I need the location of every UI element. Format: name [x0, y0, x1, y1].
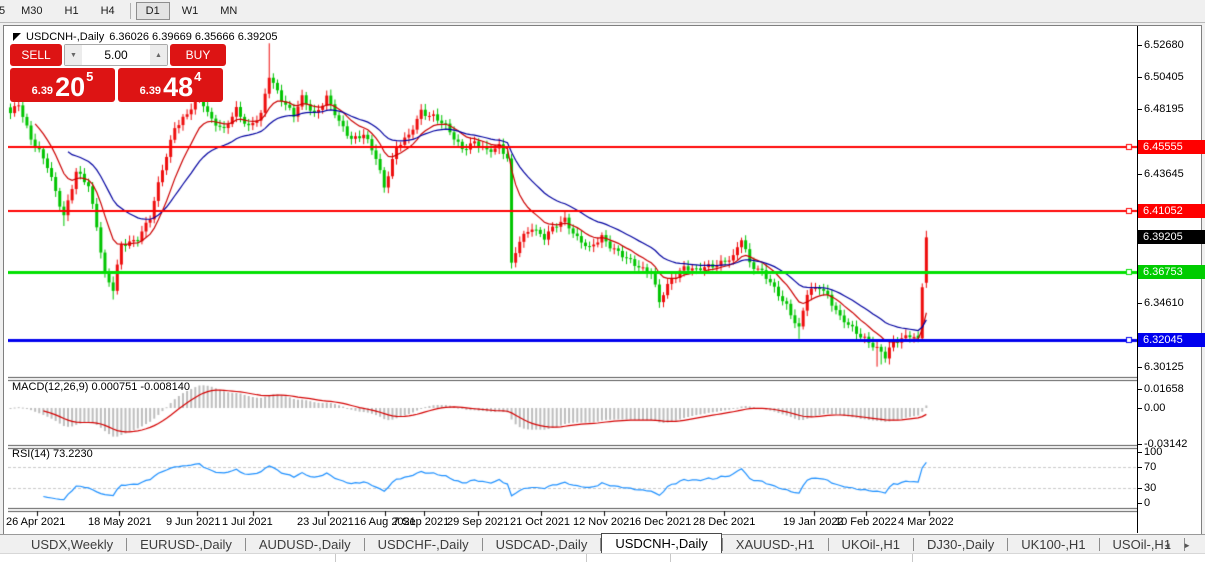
axis-tick-label: 70 — [1144, 461, 1157, 473]
date-axis-label: 4 Mar 2022 — [898, 516, 954, 528]
date-axis-label: 9 Jun 2021 — [166, 516, 221, 528]
macd-label: MACD(12,26,9) 0.000751 -0.008140 — [12, 381, 190, 393]
chart-tab-ukoilh1[interactable]: UKOil-,H1 — [829, 536, 914, 553]
chart-tab-usoilh1[interactable]: USOil-,H1 — [1100, 536, 1185, 553]
one-click-trading-panel: SELL ▼ 5.00 ▲ BUY 6.39 20 5 6.39 48 4 — [10, 44, 226, 102]
axis-tick-mark — [1137, 77, 1142, 78]
axis-tick-mark — [1137, 408, 1142, 409]
axis-tick-label: 6.48195 — [1144, 103, 1184, 115]
axis-tick-label: 6.43645 — [1144, 168, 1184, 180]
axis-tick-label: 0.00 — [1144, 402, 1166, 414]
sell-price-small: 6.39 — [31, 85, 54, 97]
price-level-badge: 6.32045 — [1138, 333, 1205, 347]
chart-tab-usdchfdaily[interactable]: USDCHF-,Daily — [365, 536, 482, 553]
axis-tick-label: 6.34610 — [1144, 297, 1184, 309]
axis-tick-label: 100 — [1144, 446, 1163, 458]
axis-tick-mark — [1137, 503, 1142, 504]
toolbar-separator — [129, 3, 131, 19]
buy-price-small: 6.39 — [139, 85, 162, 97]
price-level-badge: 6.36753 — [1138, 265, 1205, 279]
price-level-badge: 6.39205 — [1138, 230, 1205, 244]
chart-tab-usdxweekly[interactable]: USDX,Weekly — [18, 536, 126, 553]
axis-tick-mark — [1137, 367, 1142, 368]
date-axis-label: 12 Nov 2021 — [573, 516, 636, 528]
axis-tick-label: 6.52680 — [1144, 39, 1184, 51]
buy-price-big: 48 — [163, 72, 194, 102]
buy-button[interactable]: BUY — [170, 44, 226, 66]
price-axis-divider — [1137, 26, 1138, 533]
axis-tick-mark — [1137, 174, 1142, 175]
chart-tab-audusddaily[interactable]: AUDUSD-,Daily — [246, 536, 364, 553]
axis-tick-label: 6.50405 — [1144, 71, 1184, 83]
sell-button[interactable]: SELL — [10, 44, 62, 66]
axis-tick-mark — [1137, 467, 1142, 468]
date-axis-label: 26 Apr 2021 — [6, 516, 66, 528]
chart-tab-xauusdh1[interactable]: XAUUSD-,H1 — [723, 536, 828, 553]
date-axis-label: 29 Sep 2021 — [447, 516, 510, 528]
sell-price-box[interactable]: 6.39 20 5 — [10, 68, 115, 102]
chart-tab-uk100h1[interactable]: UK100-,H1 — [1008, 536, 1098, 553]
chart-marker-icon — [13, 33, 21, 41]
chart-tab-usdcnhdaily[interactable]: USDCNH-,Daily — [601, 532, 722, 554]
date-axis-label: 28 Dec 2021 — [693, 516, 756, 528]
volume-up-icon[interactable]: ▲ — [150, 45, 167, 65]
timeframe-button-mn[interactable]: MN — [210, 2, 247, 20]
timeframe-button-w1[interactable]: W1 — [172, 2, 209, 20]
price-level-badge: 6.41052 — [1138, 204, 1205, 218]
timeframe-button-5[interactable]: 5 — [0, 2, 9, 20]
chart-symbol: USDCNH-,Daily — [26, 31, 105, 43]
date-axis-label: 21 Oct 2021 — [510, 516, 570, 528]
sell-price-big: 20 — [55, 72, 86, 102]
tab-scroll-left-icon[interactable]: ◄ — [1163, 541, 1171, 550]
date-axis-label: 6 Dec 2021 — [635, 516, 692, 528]
buy-price-box[interactable]: 6.39 48 4 — [118, 68, 223, 102]
chart-tab-usdcaddaily[interactable]: USDCAD-,Daily — [483, 536, 601, 553]
price-chart-canvas[interactable] — [8, 30, 1137, 533]
chart-tab-dj30daily[interactable]: DJ30-,Daily — [914, 536, 1007, 553]
buy-price-sup: 4 — [194, 69, 202, 84]
volume-input[interactable]: 5.00 — [82, 45, 150, 65]
axis-tick-label: 30 — [1144, 482, 1157, 494]
date-axis-label: 7 Sep 2021 — [393, 516, 450, 528]
axis-tick-mark — [1137, 488, 1142, 489]
timeframe-toolbar: 5 M30 H1 H4 D1 W1 MN — [0, 0, 1205, 23]
rsi-label: RSI(14) 73.2230 — [12, 448, 93, 460]
timeframe-button-d1[interactable]: D1 — [135, 2, 170, 20]
axis-tick-label: 0.01658 — [1144, 383, 1184, 395]
axis-tick-mark — [1137, 303, 1142, 304]
chart-ohlc: 6.36026 6.39669 6.35666 6.39205 — [109, 31, 278, 43]
volume-stepper: ▼ 5.00 ▲ — [64, 44, 168, 66]
date-axis-label: 1 Jul 2021 — [222, 516, 273, 528]
timeframe-button-h1[interactable]: H1 — [55, 2, 89, 20]
axis-tick-label: 0 — [1144, 497, 1151, 509]
axis-tick-mark — [1137, 389, 1142, 390]
date-axis-label: 18 May 2021 — [88, 516, 152, 528]
axis-tick-mark — [1137, 45, 1142, 46]
chart-tab-bar: USDX,Weekly EURUSD-,Daily AUDUSD-,Daily USD… — [0, 532, 1205, 554]
date-axis-label: 23 Jul 2021 — [297, 516, 354, 528]
timeframe-button-h4[interactable]: H4 — [91, 2, 125, 20]
axis-tick-label: 6.30125 — [1144, 361, 1184, 373]
price-level-badge: 6.45555 — [1138, 140, 1205, 154]
chart-tab-eurusddaily[interactable]: EURUSD-,Daily — [127, 536, 245, 553]
axis-tick-mark — [1137, 109, 1142, 110]
tab-scroll-right-icon[interactable]: ► — [1183, 541, 1191, 550]
mt4-window: 5 M30 H1 H4 D1 W1 MN USDCNH-,Daily 6.36026 6.3… — [0, 0, 1205, 562]
axis-tick-mark — [1137, 452, 1142, 453]
chart-title: USDCNH-,Daily 6.36026 6.39669 6.35666 6.… — [13, 31, 277, 43]
sell-price-sup: 5 — [86, 69, 94, 84]
axis-tick-mark — [1137, 444, 1142, 445]
timeframe-button-m30[interactable]: M30 — [11, 2, 52, 20]
volume-down-icon[interactable]: ▼ — [65, 45, 82, 65]
date-axis-label: 10 Feb 2022 — [835, 516, 897, 528]
